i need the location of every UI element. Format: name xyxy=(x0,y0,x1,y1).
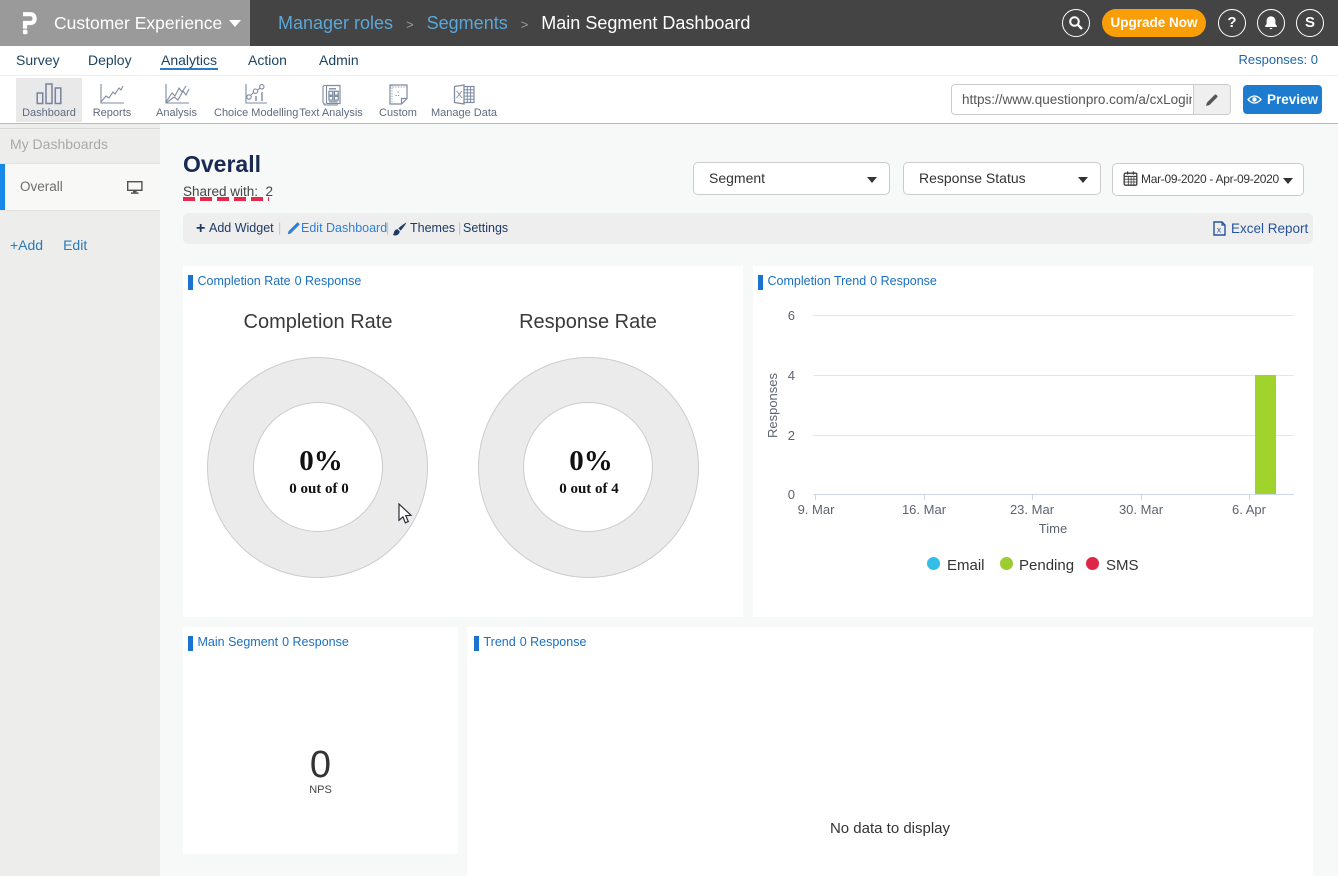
svg-text:x: x xyxy=(1217,225,1222,235)
svg-text:X: X xyxy=(456,89,463,101)
